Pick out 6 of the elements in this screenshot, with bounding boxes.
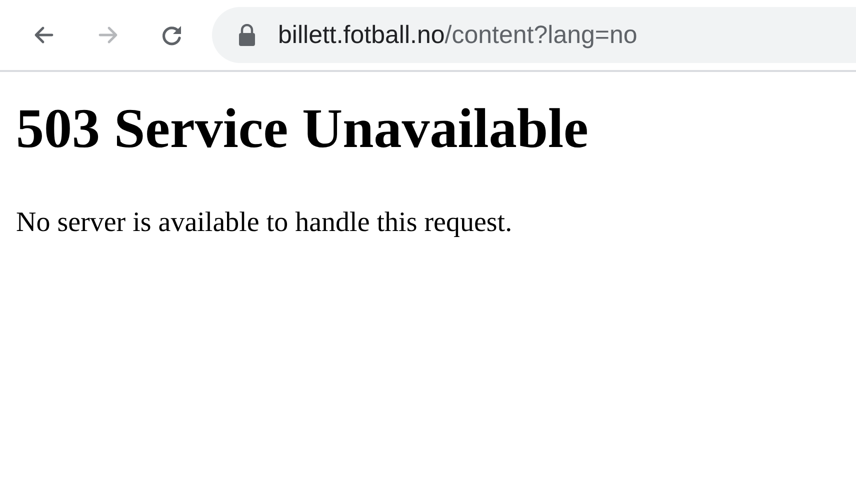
url-path: /content?lang=no xyxy=(444,20,638,50)
error-message: No server is available to handle this request. xyxy=(16,206,512,240)
address-bar[interactable]: billett.fotball.no/content?lang=no xyxy=(212,7,856,63)
lock-icon xyxy=(238,24,256,46)
url-host: billett.fotball.no xyxy=(278,20,445,50)
error-heading: 503 Service Unavailable xyxy=(16,97,588,162)
